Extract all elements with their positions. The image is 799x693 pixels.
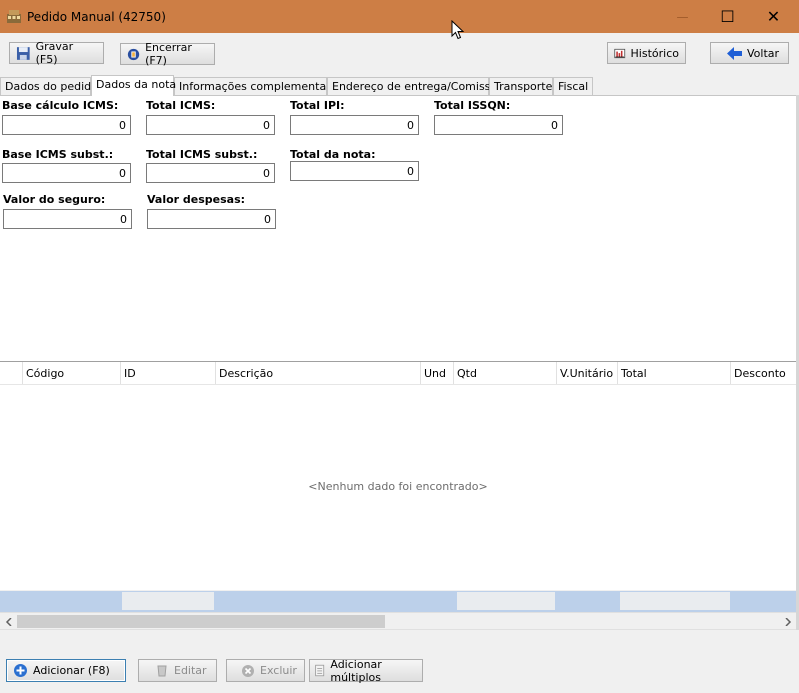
minimize-button[interactable]: — <box>660 0 705 33</box>
add-item-button[interactable]: Adicionar (F8) <box>6 659 126 682</box>
arrow-left-icon <box>727 46 742 60</box>
tab-endereco-entrega[interactable]: Endereço de entrega/Comissão <box>327 77 504 95</box>
tab-informacoes-complementares[interactable]: Informações complementares <box>174 77 343 95</box>
history-icon <box>614 48 626 58</box>
column-header-descricao[interactable]: Descrição <box>215 362 420 384</box>
base-icms-subst-label: Base ICMS subst.: <box>2 148 114 161</box>
exit-icon <box>127 48 140 60</box>
tab-label: Informações complementares <box>179 80 343 93</box>
base-icms-subst-field[interactable]: 0 <box>2 163 131 183</box>
delete-icon <box>242 664 254 677</box>
total-issqn-field[interactable]: 0 <box>434 115 563 135</box>
total-ipi-field[interactable]: 0 <box>290 115 419 135</box>
scrollbar-thumb[interactable] <box>17 615 385 628</box>
scroll-left-arrow-icon[interactable] <box>0 613 17 630</box>
total-nota-label: Total da nota: <box>290 148 376 161</box>
valor-seguro-label: Valor do seguro: <box>3 193 106 206</box>
total-icms-label: Total ICMS: <box>146 99 216 112</box>
tab-transporte[interactable]: Transporte <box>489 77 553 95</box>
total-icms-subst-label: Total ICMS subst.: <box>146 148 258 161</box>
column-header-total[interactable]: Total <box>617 362 730 384</box>
delete-item-label: Excluir <box>260 664 297 677</box>
base-icms-field[interactable]: 0 <box>2 115 131 135</box>
close-order-label: Encerrar (F7) <box>145 41 192 67</box>
app-icon <box>7 10 21 23</box>
grid-header: Código ID Descrição Und Qtd V.Unitário T… <box>0 362 796 385</box>
tab-fiscal[interactable]: Fiscal <box>553 77 593 95</box>
minimize-icon: — <box>676 9 689 24</box>
base-icms-label: Base cálculo ICMS: <box>2 99 119 112</box>
column-header-desconto[interactable]: Desconto <box>730 362 796 384</box>
tab-dados-do-pedido[interactable]: Dados do pedido <box>0 77 98 95</box>
save-label: Gravar (F5) <box>35 40 74 66</box>
edit-item-label: Editar <box>174 664 207 677</box>
total-ipi-label: Total IPI: <box>290 99 345 112</box>
footer-cell <box>122 592 214 610</box>
close-button[interactable]: ✕ <box>751 0 796 33</box>
back-button[interactable]: Voltar <box>710 42 789 64</box>
add-multiple-button[interactable]: Adicionar múltiplos <box>309 657 423 684</box>
maximize-button[interactable]: ☐ <box>705 0 750 33</box>
total-nota-field[interactable]: 0 <box>290 161 419 181</box>
plus-circle-icon <box>14 664 27 677</box>
empty-message: <Nenhum dado foi encontrado> <box>308 480 488 493</box>
history-label: Histórico <box>630 46 679 60</box>
valor-seguro-field[interactable]: 0 <box>3 209 132 229</box>
footer-cell <box>620 592 730 610</box>
tab-label: Transporte <box>494 80 553 93</box>
tab-label: Endereço de entrega/Comissão <box>332 80 504 93</box>
valor-despesas-label: Valor despesas: <box>147 193 246 206</box>
column-header-id[interactable]: ID <box>120 362 215 384</box>
window-title: Pedido Manual (42750) <box>27 10 166 24</box>
total-icms-field[interactable]: 0 <box>146 115 275 135</box>
scroll-right-arrow-icon[interactable] <box>779 613 796 630</box>
maximize-icon: ☐ <box>720 7 735 26</box>
add-item-label: Adicionar (F8) <box>33 664 110 677</box>
total-issqn-label: Total ISSQN: <box>434 99 511 112</box>
valor-despesas-field[interactable]: 0 <box>147 209 276 229</box>
column-header-qtd[interactable]: Qtd <box>453 362 556 384</box>
invoice-data-panel: Base cálculo ICMS: 0 Total ICMS: 0 Total… <box>0 95 796 361</box>
tab-label: Dados do pedido <box>5 80 98 93</box>
close-icon: ✕ <box>766 7 781 26</box>
mouse-cursor-icon <box>451 20 465 40</box>
document-list-icon <box>315 664 325 677</box>
title-bar[interactable]: Pedido Manual (42750) — ☐ ✕ <box>0 0 799 33</box>
footer-cell <box>457 592 555 610</box>
edit-item-button[interactable]: Editar <box>138 659 217 682</box>
back-label: Voltar <box>747 46 780 60</box>
close-order-button[interactable]: Encerrar (F7) <box>120 41 215 67</box>
edit-icon <box>157 665 167 676</box>
column-header-v-unitario[interactable]: V.Unitário <box>556 362 617 384</box>
total-icms-subst-field[interactable]: 0 <box>146 163 275 183</box>
history-button[interactable]: Histórico <box>607 42 686 64</box>
tab-label: Dados da nota <box>96 78 177 91</box>
save-button[interactable]: Gravar (F5) <box>9 40 104 66</box>
tab-strip: Dados do pedido Dados da nota Informaçõe… <box>0 75 799 96</box>
floppy-disk-icon <box>16 46 30 60</box>
toolbar: Gravar (F5) Encerrar (F7) Histórico Volt… <box>0 33 799 75</box>
tab-dados-da-nota[interactable]: Dados da nota <box>91 75 177 96</box>
column-header-und[interactable]: Und <box>420 362 453 384</box>
horizontal-scrollbar[interactable] <box>0 612 796 630</box>
delete-item-button[interactable]: Excluir <box>226 659 305 682</box>
add-multiple-label: Adicionar múltiplos <box>330 657 382 684</box>
items-grid[interactable]: Código ID Descrição Und Qtd V.Unitário T… <box>0 361 796 590</box>
tab-label: Fiscal <box>558 80 589 93</box>
grid-footer <box>0 591 796 612</box>
column-header-codigo[interactable]: Código <box>22 362 120 384</box>
